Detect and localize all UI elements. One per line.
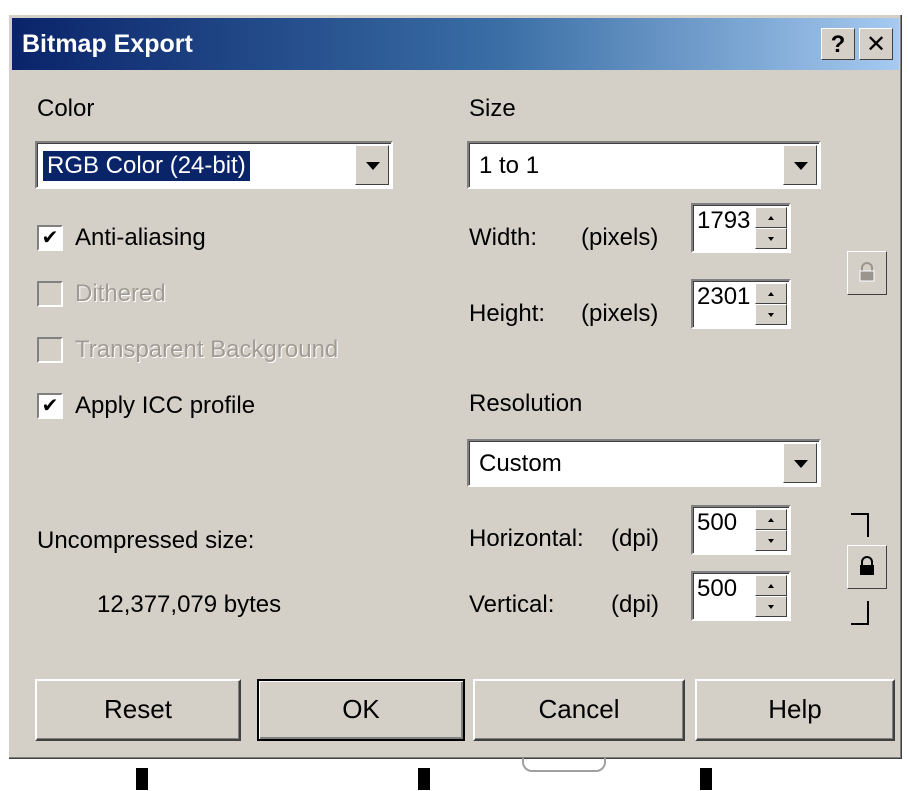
height-increment-button[interactable]: [755, 283, 787, 304]
size-preset-dropdown-arrow-icon[interactable]: [783, 145, 817, 185]
cancel-button[interactable]: Cancel: [473, 679, 685, 741]
width-decrement-button[interactable]: [755, 228, 787, 249]
resolution-preset-dropdown[interactable]: Custom: [467, 439, 821, 487]
vertical-dpi-decrement-button[interactable]: [755, 596, 787, 617]
height-value: 2301: [697, 283, 751, 310]
help-button[interactable]: Help: [695, 679, 895, 741]
horizontal-dpi-decrement-button[interactable]: [755, 530, 787, 551]
lock-icon: [860, 556, 874, 575]
color-mode-dropdown-arrow-icon[interactable]: [355, 145, 389, 185]
width-label: Width:: [469, 224, 538, 251]
vertical-dpi-spinner[interactable]: [755, 575, 787, 617]
horizontal-unit: (dpi): [611, 525, 660, 552]
title-bar[interactable]: Bitmap Export ? ✕: [12, 18, 899, 70]
resolution-preset-dropdown-arrow-icon[interactable]: [783, 443, 817, 483]
horizontal-dpi-spinner[interactable]: [755, 509, 787, 551]
width-unit: (pixels): [581, 224, 659, 251]
height-label: Height:: [469, 300, 546, 327]
width-input[interactable]: 1793: [691, 203, 791, 253]
window-title: Bitmap Export: [22, 30, 193, 58]
dithered-label: Dithered: [75, 280, 166, 307]
height-spinner[interactable]: [755, 283, 787, 325]
close-button[interactable]: ✕: [859, 28, 893, 60]
background-mark: [700, 768, 712, 790]
width-increment-button[interactable]: [755, 207, 787, 228]
vertical-label: Vertical:: [469, 591, 555, 618]
size-lock-button: [847, 251, 887, 295]
height-decrement-button[interactable]: [755, 304, 787, 325]
horizontal-label: Horizontal:: [469, 525, 584, 552]
resolution-lock-button[interactable]: [847, 545, 887, 589]
width-value: 1793: [697, 207, 751, 234]
width-spinner[interactable]: [755, 207, 787, 249]
size-section-label: Size: [469, 95, 516, 122]
uncompressed-size-label: Uncompressed size:: [37, 527, 255, 554]
vertical-unit: (dpi): [611, 591, 660, 618]
resolution-lock-bracket-top: [851, 513, 869, 537]
horizontal-dpi-value: 500: [697, 509, 738, 536]
resolution-preset-value: Custom: [479, 450, 562, 477]
horizontal-dpi-increment-button[interactable]: [755, 509, 787, 530]
size-preset-dropdown[interactable]: 1 to 1: [467, 141, 821, 189]
color-section-label: Color: [37, 95, 95, 122]
background-mark: [418, 768, 430, 790]
resolution-section-label: Resolution: [469, 390, 583, 417]
lock-icon-disabled: [859, 262, 875, 282]
apply-icc-profile-label[interactable]: Apply ICC profile: [75, 392, 255, 420]
transparent-background-label: Transparent Background: [75, 336, 339, 363]
background-handle: [522, 758, 606, 772]
bitmap-export-dialog: Bitmap Export ? ✕ Color RGB Color (24-bi…: [8, 14, 903, 760]
size-preset-value: 1 to 1: [479, 152, 540, 179]
help-title-button[interactable]: ?: [821, 28, 855, 60]
anti-aliasing-checkbox[interactable]: ✔: [37, 225, 63, 251]
vertical-dpi-input[interactable]: 500: [691, 571, 791, 621]
resolution-lock-bracket-bottom: [851, 601, 869, 625]
anti-aliasing-label[interactable]: Anti-aliasing: [75, 224, 206, 252]
apply-icc-profile-checkbox[interactable]: ✔: [37, 393, 63, 419]
uncompressed-size-value: 12,377,079 bytes: [97, 591, 282, 618]
background-mark: [136, 768, 148, 790]
ok-button[interactable]: OK: [257, 679, 465, 741]
color-mode-dropdown[interactable]: RGB Color (24-bit): [35, 141, 393, 189]
height-input[interactable]: 2301: [691, 279, 791, 329]
dithered-checkbox: [37, 281, 63, 307]
color-mode-value: RGB Color (24-bit): [43, 151, 250, 181]
vertical-dpi-value: 500: [697, 575, 738, 602]
transparent-background-checkbox: [37, 337, 63, 363]
vertical-dpi-increment-button[interactable]: [755, 575, 787, 596]
height-unit: (pixels): [581, 300, 659, 327]
reset-button[interactable]: Reset: [35, 679, 241, 741]
horizontal-dpi-input[interactable]: 500: [691, 505, 791, 555]
